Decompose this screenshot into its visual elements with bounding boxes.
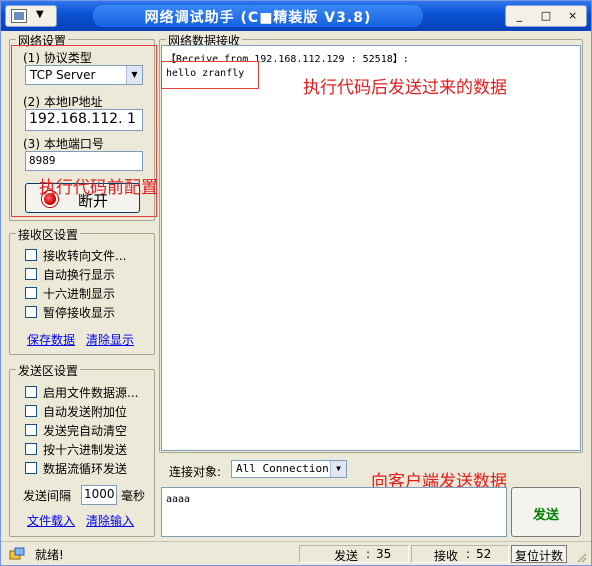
app-window: ▼ 网络调试助手 (C■精装版 V3.8) _ □ × 网络设置 (1) 协议类… — [0, 0, 592, 566]
close-button[interactable]: × — [563, 8, 583, 24]
maximize-button[interactable]: □ — [536, 8, 556, 24]
title-pill: 网络调试助手 (C■精装版 V3.8) — [93, 5, 423, 27]
checkbox[interactable] — [25, 249, 37, 261]
status-icon — [9, 547, 25, 560]
save-data-link[interactable]: 保存数据 — [27, 331, 75, 348]
interval-field[interactable]: 1000 — [81, 485, 117, 505]
sent-counter: 发送 : 35 — [299, 545, 409, 563]
checkbox[interactable] — [25, 306, 37, 318]
sent-colon: : — [366, 547, 371, 561]
connect-label: 连接对象: — [169, 465, 222, 479]
send-option-hex[interactable]: 按十六进制发送 — [25, 441, 127, 457]
annotation-after-receive: 执行代码后发送过来的数据 — [303, 78, 507, 98]
sent-label: 发送 — [334, 549, 359, 563]
send-button[interactable]: 发送 — [511, 487, 581, 537]
clear-input-link[interactable]: 清除输入 — [86, 512, 134, 529]
receive-option-pause[interactable]: 暂停接收显示 — [25, 304, 115, 320]
chevron-down-icon[interactable]: ▼ — [330, 461, 346, 477]
app-icon — [11, 9, 27, 23]
receive-option-hex[interactable]: 十六进制显示 — [25, 285, 115, 301]
checkbox[interactable] — [25, 268, 37, 280]
sent-value: 35 — [376, 547, 392, 561]
checkbox[interactable] — [25, 424, 37, 436]
send-text: aaaa — [166, 494, 191, 505]
receive-option-to-file[interactable]: 接收转向文件... — [25, 247, 126, 263]
checkbox[interactable] — [25, 462, 37, 474]
minimize-button[interactable]: _ — [509, 8, 529, 24]
system-menu[interactable]: ▼ — [5, 5, 57, 27]
window-controls: _ □ × — [505, 5, 587, 27]
recv-counter: 接收 : 52 — [411, 545, 509, 563]
title-bar[interactable]: ▼ 网络调试助手 (C■精装版 V3.8) _ □ × — [1, 1, 591, 31]
interval-label: 发送间隔 — [23, 489, 72, 503]
receive-option-auto-wrap[interactable]: 自动换行显示 — [25, 266, 115, 282]
receive-textarea[interactable]: 【Receive from 192.168.112.129 : 52518】: … — [161, 45, 581, 451]
file-load-link[interactable]: 文件载入 — [27, 512, 75, 529]
send-option-file-source[interactable]: 启用文件数据源... — [25, 384, 138, 400]
window-title: 网络调试助手 (C■精装版 V3.8) — [144, 10, 372, 26]
checkbox[interactable] — [25, 287, 37, 299]
checkbox[interactable] — [25, 386, 37, 398]
clear-display-link[interactable]: 清除显示 — [86, 331, 134, 348]
send-option-loop[interactable]: 数据流循环发送 — [25, 460, 127, 476]
connect-select[interactable]: All Connections ▼ — [231, 460, 347, 478]
group-label: 接收区设置 — [16, 226, 81, 243]
send-button-label: 发送 — [532, 508, 559, 523]
recv-colon: : — [466, 547, 471, 561]
checkbox[interactable] — [25, 405, 37, 417]
checkbox[interactable] — [25, 443, 37, 455]
recv-value: 52 — [476, 547, 492, 561]
annotation-box — [161, 61, 259, 89]
connect-value: All Connections — [236, 462, 336, 475]
resize-grip-icon[interactable] — [575, 551, 587, 563]
reset-counter-button[interactable]: 复位计数 — [511, 545, 567, 563]
send-textarea[interactable]: aaaa — [161, 487, 507, 537]
recv-label: 接收 — [434, 549, 459, 563]
status-ready: 就绪! — [35, 548, 64, 562]
interval-unit: 毫秒 — [121, 489, 146, 503]
send-option-auto-clear[interactable]: 发送完自动清空 — [25, 422, 127, 438]
chevron-down-icon[interactable]: ▼ — [36, 9, 44, 20]
annotation-before-config: 执行代码前配置 — [39, 178, 158, 198]
status-bar: 就绪! 发送 : 35 接收 : 52 复位计数 — [1, 541, 591, 565]
send-option-append[interactable]: 自动发送附加位 — [25, 403, 127, 419]
group-label: 发送区设置 — [16, 362, 81, 379]
